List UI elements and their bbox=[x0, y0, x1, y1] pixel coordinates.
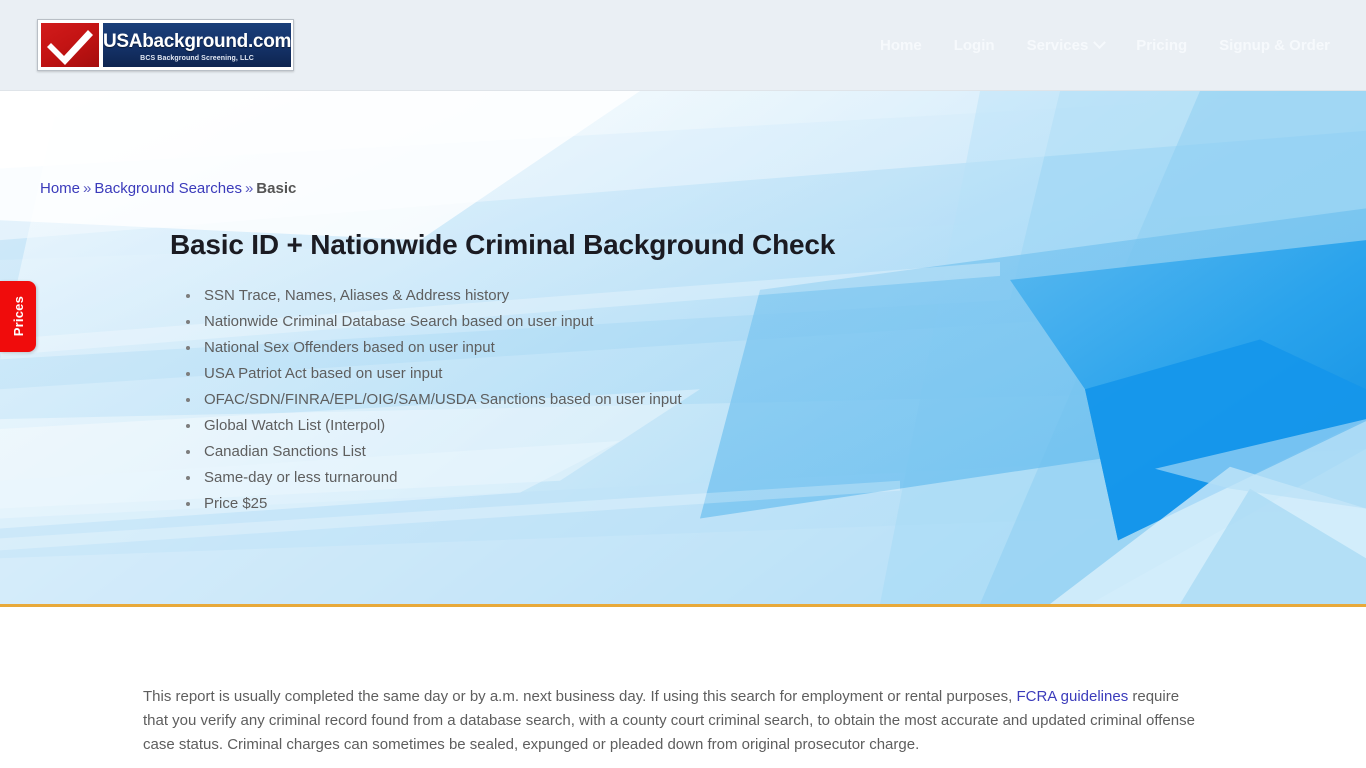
hero-body: Basic ID + Nationwide Criminal Backgroun… bbox=[40, 229, 1366, 517]
logo-wordmark: USAbackground.com BCS Background Screeni… bbox=[103, 23, 291, 67]
list-item: OFAC/SDN/FINRA/EPL/OIG/SAM/USDA Sanction… bbox=[186, 387, 1366, 413]
fcra-guidelines-link[interactable]: FCRA guidelines bbox=[1016, 688, 1128, 705]
list-item: Nationwide Criminal Database Search base… bbox=[186, 309, 1366, 335]
breadcrumb-separator-1: » bbox=[83, 180, 92, 197]
prices-side-tab-label: Prices bbox=[10, 296, 26, 337]
list-item: SSN Trace, Names, Aliases & Address hist… bbox=[186, 283, 1366, 309]
list-item: National Sex Offenders based on user inp… bbox=[186, 335, 1366, 361]
nav-label-home: Home bbox=[880, 36, 922, 54]
content-section: This report is usually completed the sam… bbox=[0, 607, 1366, 757]
breadcrumb-separator-2: » bbox=[244, 180, 254, 197]
nav-item-services[interactable]: Services bbox=[1011, 27, 1121, 64]
chevron-down-icon bbox=[1093, 35, 1107, 49]
nav-label-signup-order: Signup & Order bbox=[1219, 36, 1330, 54]
hero-section: Prices Home» Background Searches» Basic Ba… bbox=[0, 91, 1366, 607]
list-item: USA Patriot Act based on user input bbox=[186, 361, 1366, 387]
logo-title: USAbackground.com bbox=[103, 30, 292, 52]
feature-list: SSN Trace, Names, Aliases & Address hist… bbox=[170, 283, 1366, 517]
list-item: Canadian Sanctions List bbox=[186, 439, 1366, 465]
hero-content: Home» Background Searches» Basic Basic ID … bbox=[0, 91, 1366, 517]
site-header: USAbackground.com BCS Background Screeni… bbox=[0, 0, 1366, 91]
list-item: Same-day or less turnaround bbox=[186, 465, 1366, 491]
nav-item-home[interactable]: Home bbox=[864, 27, 938, 64]
prices-side-tab[interactable]: Prices bbox=[0, 281, 36, 352]
nav-label-services: Services bbox=[1026, 36, 1089, 54]
nav-label-login: Login bbox=[953, 36, 995, 54]
site-logo: USAbackground.com BCS Background Screeni… bbox=[37, 19, 294, 71]
main-navigation: Home Login Services Pricing Signup & Ord… bbox=[864, 27, 1346, 64]
nav-item-signup-order[interactable]: Signup & Order bbox=[1203, 27, 1330, 64]
breadcrumb-home-link[interactable]: Home bbox=[40, 180, 80, 197]
site-logo-link[interactable]: USAbackground.com BCS Background Screeni… bbox=[37, 19, 294, 71]
page-title: Basic ID + Nationwide Criminal Backgroun… bbox=[170, 228, 836, 260]
list-item: Global Watch List (Interpol) bbox=[186, 413, 1366, 439]
checkmark-icon bbox=[41, 23, 99, 67]
list-item: Price $25 bbox=[186, 491, 1366, 517]
breadcrumb-background-searches-link[interactable]: Background Searches bbox=[94, 180, 242, 197]
breadcrumb-current-page: Basic bbox=[256, 180, 297, 197]
nav-label-pricing: Pricing bbox=[1136, 36, 1188, 54]
breadcrumb: Home» Background Searches» Basic bbox=[40, 179, 1366, 199]
report-description-paragraph: This report is usually completed the sam… bbox=[143, 685, 1208, 757]
nav-item-pricing[interactable]: Pricing bbox=[1120, 27, 1203, 64]
page-root: USAbackground.com BCS Background Screeni… bbox=[0, 0, 1366, 768]
paragraph-text-before-link: This report is usually completed the sam… bbox=[143, 688, 1017, 705]
logo-subtitle: BCS Background Screening, LLC bbox=[140, 54, 254, 62]
nav-item-login[interactable]: Login bbox=[938, 27, 1011, 64]
